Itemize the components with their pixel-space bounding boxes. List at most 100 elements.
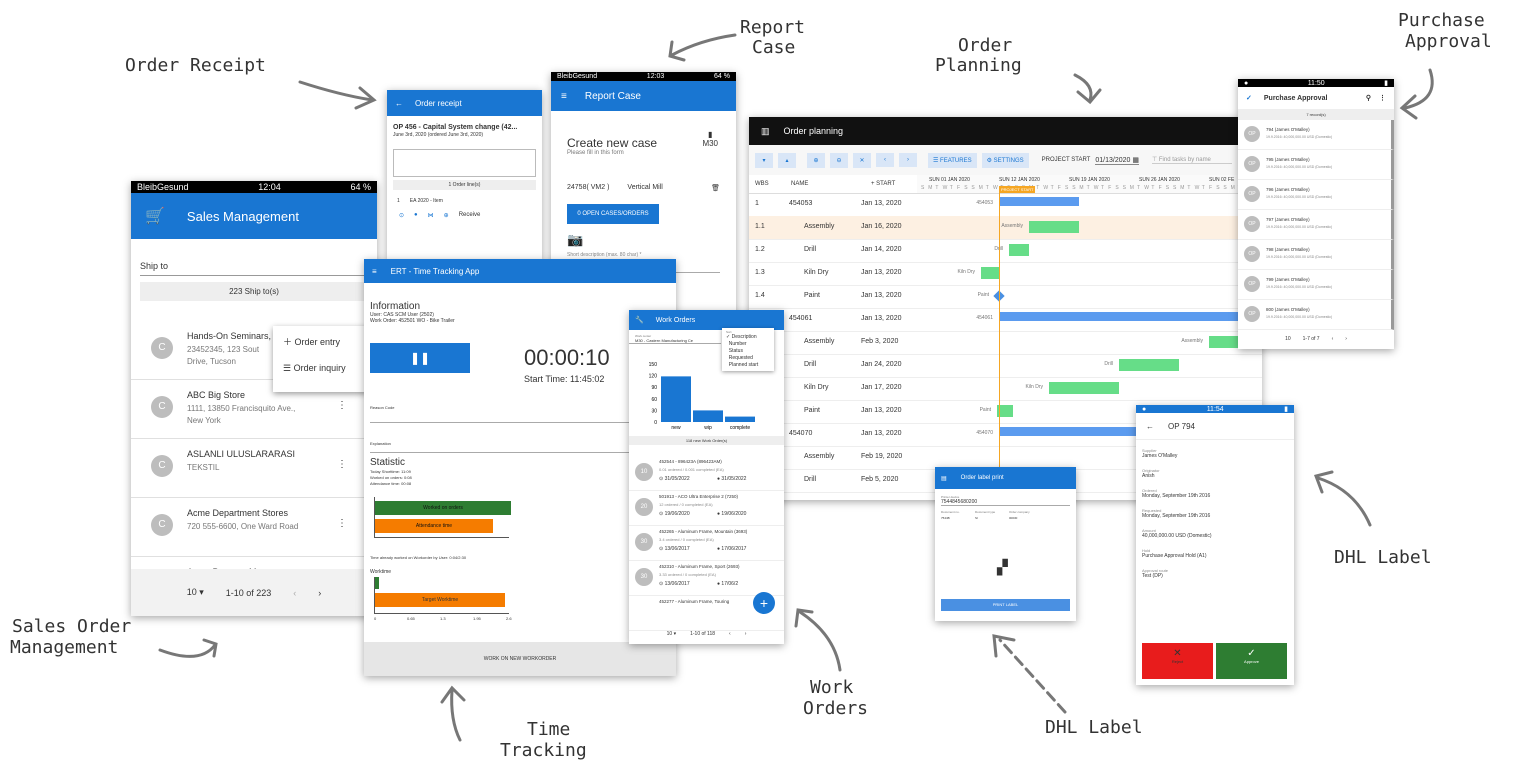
axis-tick: 2.6 xyxy=(506,616,512,621)
project-start-field[interactable]: 01/13/2020 ▦ xyxy=(1095,156,1139,165)
explanation-field[interactable]: Explanation xyxy=(370,441,670,453)
zoom-in-icon[interactable]: ⊕ xyxy=(807,152,825,168)
sort-option[interactable]: ✓ Description xyxy=(722,334,774,341)
settings-button[interactable]: ⚙ SETTINGS xyxy=(981,152,1029,168)
more-vert-icon[interactable]: ⋮ xyxy=(337,400,347,411)
gantt-row[interactable]: 2454061Jan 13, 2020454061 xyxy=(749,308,1262,332)
menu-icon[interactable]: ≡ xyxy=(561,91,567,102)
approval-row[interactable]: OP 797 (James O'Malley) 19.9.2016: 40,000,… xyxy=(1238,210,1394,240)
cart-icon[interactable]: 🛒 xyxy=(145,206,165,226)
prev-icon[interactable]: ‹ xyxy=(876,153,894,167)
bar-complete[interactable] xyxy=(725,416,755,422)
task-search-input[interactable]: ⊤ Find tasks by name xyxy=(1151,156,1232,164)
approval-row[interactable]: OP 794 (James O'Malley) 19.9.2016: 40,000,… xyxy=(1238,120,1394,150)
approve-button[interactable]: ✓ Approve xyxy=(1216,643,1287,679)
task-bar[interactable] xyxy=(999,312,1259,321)
menu-item-order-inquiry[interactable]: ☰ Order inquiry xyxy=(273,357,368,380)
lock-icon[interactable]: ● xyxy=(414,212,418,219)
bar-wip[interactable] xyxy=(693,410,723,422)
back-arrow-icon[interactable]: ← xyxy=(1146,422,1154,431)
work-order-row[interactable]: 20 501913 - ACO Ultra Enterprise 2 (7250)… xyxy=(629,491,784,526)
gantt-row[interactable]: 1.2DrillJan 14, 2020Drill xyxy=(749,239,1262,263)
customer-row[interactable]: C Acme Department Stores 720 555-6600, One… xyxy=(131,498,377,557)
gantt-row[interactable]: 1 454053 Jan 13, 2020 454053 xyxy=(749,193,1262,217)
worked-bar: Worked on orders xyxy=(375,501,511,515)
next-page-button[interactable]: › xyxy=(1345,336,1347,342)
approval-row[interactable]: OP 799 (James O'Malley) 19.9.2016: 40,000,… xyxy=(1238,270,1394,300)
target-bar: Target Worktime xyxy=(375,593,505,607)
new-workorder-button[interactable]: WORK ON NEW WORKORDER xyxy=(364,642,676,676)
prev-page-button[interactable]: ‹ xyxy=(729,631,731,637)
menu-icon[interactable]: ≡ xyxy=(372,267,377,276)
more-vert-icon[interactable]: ⋮ xyxy=(337,459,347,470)
day-label: T xyxy=(1137,185,1141,191)
workcenter-select[interactable]: M30 - Castern Manufacturing Ce xyxy=(629,338,721,344)
zoom-fit-icon[interactable]: ✕ xyxy=(853,152,871,168)
next-page-button[interactable]: › xyxy=(745,631,747,637)
approval-row[interactable]: OP 795 (James O'Malley) 19.9.2016: 40,000,… xyxy=(1238,150,1394,180)
approval-row[interactable]: OP 800 (James O'Malley) 19.9.2016: 40,000,… xyxy=(1238,300,1394,330)
gantt-row[interactable]: 1.3 Kiln Dry Jan 13, 2020 Kiln Dry xyxy=(749,262,1262,286)
expand-icon[interactable]: ▾ xyxy=(755,152,773,168)
gantt-row[interactable]: Kiln Dry Jan 17, 2020 Kiln Dry xyxy=(749,377,1262,401)
delete-icon[interactable]: 🗑 xyxy=(711,184,720,192)
task-bar[interactable] xyxy=(1029,221,1079,233)
next-icon[interactable]: › xyxy=(899,153,917,167)
page-size-select[interactable]: 10 ▾ xyxy=(667,631,676,637)
task-bar[interactable] xyxy=(1049,382,1119,394)
add-fab[interactable]: + xyxy=(753,592,775,614)
work-order-row[interactable]: 30 452310 - Aluminum Frame, Sport (2693) 3… xyxy=(629,561,784,596)
task-bar[interactable] xyxy=(1009,244,1029,256)
day-label: W xyxy=(1194,185,1200,191)
check-icon[interactable]: ⊙ xyxy=(399,212,404,219)
approval-row[interactable]: OP 798 (James O'Malley) 19.9.2016: 40,000,… xyxy=(1238,240,1394,270)
prev-page-button[interactable]: ‹ xyxy=(1332,336,1334,342)
features-button[interactable]: ☰ FEATURES xyxy=(928,152,977,168)
page-size-select[interactable]: 10 ▾ xyxy=(187,587,204,598)
notes-field[interactable] xyxy=(393,149,536,177)
approval-row[interactable]: OP 796 (James O'Malley) 19.9.2016: 40,000,… xyxy=(1238,180,1394,210)
day-label: M xyxy=(928,185,933,191)
page-size-select[interactable]: 10 xyxy=(1285,336,1291,342)
zoom-out-icon[interactable]: ⊖ xyxy=(830,152,848,168)
task-bar[interactable] xyxy=(1119,359,1179,371)
camera-icon[interactable]: 📷 xyxy=(567,232,720,248)
day-label: W xyxy=(1093,185,1099,191)
printer-field[interactable]: 7544845680200 xyxy=(941,499,1070,506)
field-value: Purchase Approval Hold (A1) xyxy=(1142,553,1207,559)
ship-to-field[interactable]: Ship to xyxy=(140,261,368,276)
reject-button[interactable]: ✕ Reject xyxy=(1142,643,1213,679)
open-cases-button[interactable]: 0 OPEN CASES/ORDERS xyxy=(567,204,659,224)
reason-code-field[interactable]: Reason Code xyxy=(370,405,670,423)
avatar: OP xyxy=(1244,246,1260,262)
chart-caption: 118 new Work Order(s) xyxy=(629,436,784,445)
customer-row[interactable]: C ASLANLI ULUSLARARASI TEKSTIL ⋮ xyxy=(131,439,377,498)
gantt-row[interactable]: Drill Jan 24, 2020 Drill xyxy=(749,354,1262,378)
bar-new[interactable] xyxy=(661,376,691,422)
sort-option[interactable]: Requested xyxy=(722,355,774,362)
task-bar[interactable] xyxy=(999,197,1079,206)
pause-button[interactable]: ❚❚ xyxy=(370,343,470,373)
sort-option[interactable]: Number xyxy=(722,341,774,348)
back-arrow-icon[interactable]: ← xyxy=(395,99,403,108)
gantt-row[interactable]: 1.4 Paint Jan 13, 2020 Paint xyxy=(749,285,1262,309)
print-label-button[interactable]: PRINT LABEL xyxy=(941,599,1070,611)
split-icon[interactable]: ⋈ xyxy=(428,212,434,219)
worktime-axis: 0 0.65 1.3 1.95 2.6 xyxy=(374,616,514,624)
sort-option[interactable]: Planned start xyxy=(722,362,774,369)
add-icon[interactable]: ⊕ xyxy=(444,212,449,219)
collapse-icon[interactable]: ▴ xyxy=(778,152,796,168)
search-icon[interactable]: ⚲ xyxy=(1366,94,1371,102)
more-icon[interactable]: ⋮ xyxy=(1379,94,1386,102)
task-bar[interactable] xyxy=(981,267,999,279)
sort-option[interactable]: Status xyxy=(722,348,774,355)
next-page-button[interactable]: › xyxy=(318,588,321,598)
work-order-row[interactable]: 30 452265 - Aluminum Frame, Mountain (369… xyxy=(629,526,784,561)
work-order-row[interactable]: 10 452544 - 896423A (896423AM) 0.01 ordere… xyxy=(629,456,784,491)
more-vert-icon[interactable]: ⋮ xyxy=(337,518,347,529)
gantt-row[interactable]: Assembly Feb 3, 2020 Assembly xyxy=(749,331,1262,355)
prev-page-button[interactable]: ‹ xyxy=(293,588,296,598)
menu-item-order-entry[interactable]: ＋ Order entry xyxy=(273,326,368,357)
gantt-row[interactable]: 1.1 Assembly Jan 16, 2020 Assembly xyxy=(749,216,1262,240)
receive-label[interactable]: Receive xyxy=(459,212,481,219)
